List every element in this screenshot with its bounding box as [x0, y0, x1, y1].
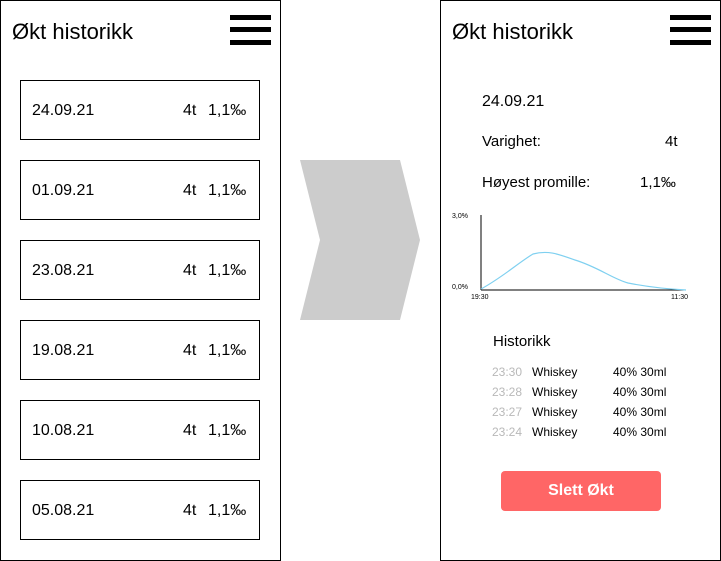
- y-bottom-label: 0,0%: [452, 284, 468, 291]
- session-date: 05.08.21: [32, 502, 95, 519]
- max-promille-label: Høyest promille:: [482, 174, 591, 191]
- session-date: 24.09.21: [32, 102, 95, 119]
- history-amount: 40% 30ml: [613, 425, 667, 439]
- delete-session-button[interactable]: Slett Økt: [501, 471, 661, 511]
- history-time: 23:30: [492, 365, 523, 379]
- duration-label: Varighet:: [482, 133, 541, 150]
- y-top-label: 3,0%: [452, 213, 468, 220]
- history-amount: 40% 30ml: [613, 365, 667, 379]
- arrow-shape: [300, 160, 420, 320]
- duration-value: 4t: [665, 133, 678, 150]
- session-duration: 4t: [183, 342, 197, 359]
- chevron-right-icon: [300, 160, 420, 320]
- history-time: 23:24: [492, 425, 523, 439]
- session-date: 23.08.21: [32, 262, 95, 279]
- hamburger-menu-icon[interactable]: [230, 15, 271, 45]
- page-title: Økt historikk: [12, 19, 134, 44]
- history-drink: Whiskey: [532, 385, 578, 399]
- session-promille: 1,1‰: [208, 262, 247, 279]
- session-duration: 4t: [183, 182, 197, 199]
- page-title: Økt historikk: [452, 19, 574, 44]
- x-start-label: 19:30: [471, 294, 489, 301]
- session-promille: 1,1‰: [208, 422, 247, 439]
- session-detail-screen: Økt historikk 24.09.21 Varighet: 4t Høye…: [440, 0, 721, 561]
- session-promille: 1,1‰: [208, 502, 247, 519]
- max-promille-value: 1,1‰: [640, 174, 676, 191]
- session-card[interactable]: 10.08.21 4t 1,1‰: [20, 400, 260, 460]
- session-date: 19.08.21: [32, 342, 95, 359]
- session-promille: 1,1‰: [208, 342, 247, 359]
- history-title: Historikk: [493, 333, 551, 350]
- history-drink: Whiskey: [532, 405, 578, 419]
- session-date: 10.08.21: [32, 422, 95, 439]
- session-promille: 1,1‰: [208, 182, 247, 199]
- x-end-label: 11:30: [671, 294, 688, 301]
- session-duration: 4t: [183, 262, 197, 279]
- hamburger-menu-icon[interactable]: [670, 15, 711, 45]
- session-date: 24.09.21: [482, 93, 545, 110]
- history-amount: 40% 30ml: [613, 385, 667, 399]
- session-duration: 4t: [183, 502, 197, 519]
- history-time: 23:28: [492, 385, 523, 399]
- history-drink: Whiskey: [532, 425, 578, 439]
- history-time: 23:27: [492, 405, 523, 419]
- session-list-screen: Økt historikk 24.09.21 4t 1,1‰ 01.09.21 …: [0, 0, 281, 561]
- session-date: 01.09.21: [32, 182, 95, 199]
- session-card[interactable]: 19.08.21 4t 1,1‰: [20, 320, 260, 380]
- session-card[interactable]: 05.08.21 4t 1,1‰: [20, 480, 260, 540]
- session-duration: 4t: [183, 102, 197, 119]
- session-promille: 1,1‰: [208, 102, 247, 119]
- session-card[interactable]: 24.09.21 4t 1,1‰: [20, 80, 260, 140]
- session-card[interactable]: 23.08.21 4t 1,1‰: [20, 240, 260, 300]
- promille-chart: 3,0% 0,0% 19:30 11:30: [452, 213, 688, 301]
- promille-line: [480, 251, 687, 291]
- session-card[interactable]: 01.09.21 4t 1,1‰: [20, 160, 260, 220]
- history-amount: 40% 30ml: [613, 405, 667, 419]
- history-drink: Whiskey: [532, 365, 578, 379]
- session-duration: 4t: [183, 422, 197, 439]
